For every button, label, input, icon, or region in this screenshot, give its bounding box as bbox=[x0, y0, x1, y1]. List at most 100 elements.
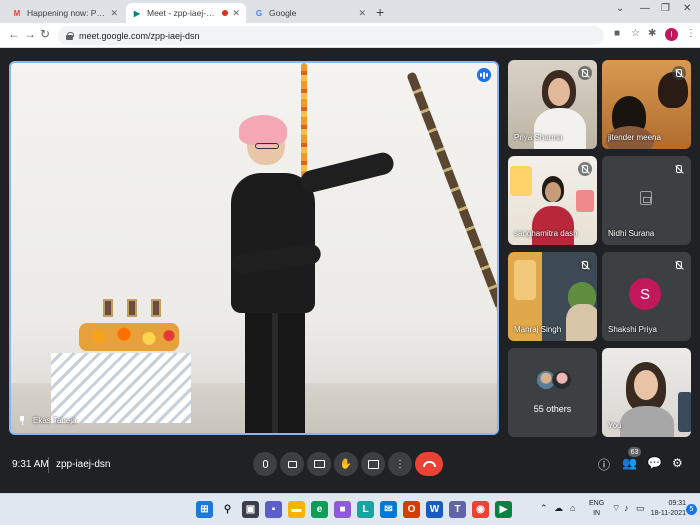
participant-name: Priya Sharma bbox=[514, 133, 563, 142]
leave-call-button[interactable] bbox=[415, 452, 443, 476]
captions-icon bbox=[313, 460, 325, 468]
microphone-button[interactable] bbox=[253, 452, 277, 476]
participant-tile[interactable]: S Shakshi Priya bbox=[602, 252, 691, 341]
meet-icon: ▶ bbox=[133, 8, 141, 18]
store-icon[interactable]: ■ bbox=[334, 501, 351, 518]
word-icon[interactable]: W bbox=[426, 501, 443, 518]
captions-button[interactable] bbox=[307, 452, 331, 476]
tab-gmail[interactable]: M Happening now: Priya Sharma is ✕ bbox=[6, 3, 124, 23]
raise-hand-button[interactable]: ✋ bbox=[334, 452, 358, 476]
bookmark-star-icon[interactable]: ☆ bbox=[631, 28, 640, 39]
muted-mic-icon bbox=[578, 258, 592, 272]
participant-shirt bbox=[620, 406, 674, 437]
camera-in-use-icon[interactable]: ■ bbox=[614, 28, 620, 39]
language-region: IN bbox=[593, 510, 601, 517]
back-button[interactable]: ← bbox=[8, 27, 20, 41]
participant-face bbox=[634, 370, 658, 400]
chrome-icon[interactable]: ◉ bbox=[472, 501, 489, 518]
notification-badge[interactable]: 5 bbox=[686, 504, 697, 515]
battery-icon[interactable]: ▭ bbox=[636, 503, 645, 514]
forward-button[interactable]: → bbox=[24, 27, 36, 41]
more-options-button[interactable]: ⋮ bbox=[388, 452, 412, 476]
participant-name: Manraj Singh bbox=[514, 325, 562, 334]
network-icon[interactable]: ⌂ bbox=[570, 503, 575, 513]
background-object bbox=[678, 392, 691, 432]
tray-overflow-icon[interactable]: ⌃ bbox=[540, 503, 548, 514]
people-icon[interactable]: 👥 bbox=[622, 456, 637, 470]
speaking-indicator-icon bbox=[477, 68, 491, 82]
clock-time: 09:31 bbox=[668, 500, 686, 507]
pin-icon[interactable] bbox=[19, 416, 25, 425]
office-icon[interactable]: O bbox=[403, 501, 420, 518]
deity-picture bbox=[514, 260, 536, 300]
address-bar[interactable]: meet.google.com/zpp-iaej-dsn bbox=[58, 26, 604, 45]
divider bbox=[48, 457, 49, 473]
others-tile[interactable]: 55 others bbox=[508, 348, 597, 437]
lock-icon[interactable] bbox=[66, 31, 74, 40]
tab-title: Google bbox=[269, 8, 297, 18]
camera-button[interactable] bbox=[280, 452, 304, 476]
self-view-tile[interactable]: You bbox=[602, 348, 691, 437]
muted-mic-icon bbox=[672, 66, 686, 80]
meeting-time: 9:31 AM bbox=[12, 459, 49, 470]
windows-taskbar: ⊞ ⚲ ▣ ▪ ▬ e ■ L ✉ O W T ◉ ▶ ⌃ ☁ ⌂ ENG IN… bbox=[0, 493, 700, 525]
participant-tile[interactable]: jitender meena bbox=[602, 60, 691, 149]
teams-icon[interactable]: T bbox=[449, 501, 466, 518]
close-tab-icon[interactable]: ✕ bbox=[358, 8, 366, 19]
cloud-icon[interactable]: ☁ bbox=[554, 503, 563, 514]
volume-icon[interactable]: ♪ bbox=[624, 503, 629, 513]
altar bbox=[51, 299, 191, 423]
app-l-icon[interactable]: L bbox=[357, 501, 374, 518]
language-indicator[interactable]: ENG IN bbox=[589, 499, 604, 519]
participant-tile[interactable]: Priya Sharma bbox=[508, 60, 597, 149]
participant-name: Shakshi Priya bbox=[608, 325, 657, 334]
teams-chat-icon[interactable]: ▪ bbox=[265, 501, 282, 518]
present-button[interactable] bbox=[361, 452, 385, 476]
altar-cloth bbox=[51, 353, 191, 423]
tab-search-icon[interactable]: ⌄ bbox=[616, 3, 624, 14]
participant-face bbox=[548, 78, 570, 106]
tab-google[interactable]: G Google ✕ bbox=[248, 3, 372, 23]
gmail-icon: M bbox=[13, 8, 21, 18]
start-icon[interactable]: ⊞ bbox=[196, 501, 213, 518]
participant-tile[interactable]: Nidhi Surana bbox=[602, 156, 691, 245]
wall-poster bbox=[510, 166, 532, 196]
mail-icon[interactable]: ✉ bbox=[380, 501, 397, 518]
activities-icon[interactable]: ⚙ bbox=[672, 456, 683, 470]
chat-icon[interactable]: 💬 bbox=[647, 456, 662, 470]
person-glasses bbox=[255, 143, 279, 149]
media-icon[interactable]: ▶ bbox=[495, 501, 512, 518]
close-tab-icon[interactable]: ✕ bbox=[232, 8, 240, 19]
wifi-icon[interactable]: ⌔ bbox=[612, 503, 620, 514]
microphone-icon bbox=[262, 460, 268, 468]
participant-tile[interactable]: Manraj Singh bbox=[508, 252, 597, 341]
tab-title: Meet - zpp-iaej-dsn bbox=[147, 8, 219, 18]
reload-button[interactable]: ↻ bbox=[40, 27, 50, 41]
close-window-button[interactable]: ✕ bbox=[683, 3, 691, 14]
profile-avatar[interactable]: I bbox=[665, 28, 678, 41]
participant-name: Nidhi Surana bbox=[608, 229, 655, 238]
participant-avatar: S bbox=[629, 278, 661, 310]
participant-tile[interactable]: sanghamitra dash bbox=[508, 156, 597, 245]
new-tab-button[interactable]: + bbox=[376, 4, 384, 20]
menu-icon[interactable]: ⋮ bbox=[686, 28, 696, 39]
edge-icon[interactable]: e bbox=[311, 501, 328, 518]
meeting-code: zpp-iaej-dsn bbox=[56, 459, 111, 470]
restore-button[interactable]: ❐ bbox=[661, 3, 670, 14]
participant-shirt bbox=[532, 206, 574, 245]
present-icon bbox=[367, 459, 379, 469]
search-icon[interactable]: ⚲ bbox=[219, 501, 236, 518]
meeting-details-icon[interactable]: ⓘ bbox=[598, 456, 610, 473]
task-view-icon[interactable]: ▣ bbox=[242, 501, 259, 518]
extensions-icon[interactable]: ✱ bbox=[648, 28, 656, 39]
language-code: ENG bbox=[589, 500, 605, 507]
person-torso bbox=[231, 173, 315, 313]
main-speaker-tile[interactable]: Ekas Taneja bbox=[9, 61, 499, 435]
file-explorer-icon[interactable]: ▬ bbox=[288, 501, 305, 518]
close-tab-icon[interactable]: ✕ bbox=[110, 8, 118, 19]
person-turban bbox=[239, 115, 287, 145]
person-legs bbox=[245, 308, 305, 433]
tab-meet[interactable]: ▶ Meet - zpp-iaej-dsn ✕ bbox=[126, 3, 246, 23]
minimize-button[interactable]: — bbox=[640, 3, 650, 14]
system-clock[interactable]: 09:31 18-11-2021 bbox=[650, 499, 686, 519]
